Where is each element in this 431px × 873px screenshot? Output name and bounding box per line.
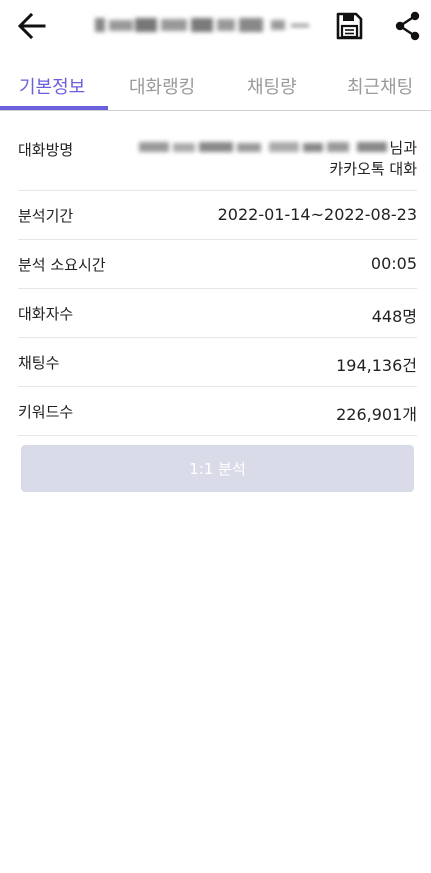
room-name-row: 대화방명 님과 카카오톡 대화 — [18, 123, 417, 191]
top-app-bar — [0, 0, 431, 52]
keywords-label: 키워드수 — [18, 403, 74, 421]
arrow-left-icon[interactable] — [16, 10, 48, 42]
save-icon[interactable] — [334, 11, 364, 41]
participants-row: 대화자수 448명 — [18, 289, 417, 338]
period-label: 분석기간 — [18, 207, 74, 225]
room-name-suffix: 님과 — [389, 138, 417, 157]
tab-recent-chats[interactable]: 최근채팅 — [347, 73, 413, 99]
chat-room-title-redacted — [95, 18, 309, 32]
room-name-label: 대화방명 — [18, 141, 74, 159]
keywords-row: 키워드수 226,901개 — [18, 387, 417, 436]
basic-info-list: 대화방명 님과 카카오톡 대화 분석기간 2022-01-14~2022-08-… — [18, 123, 417, 436]
participants-label: 대화자수 — [18, 305, 74, 323]
period-value: 2022-01-14~2022-08-23 — [217, 205, 417, 224]
tab-basic-info[interactable]: 기본정보 — [19, 73, 85, 99]
tab-chat-ranking[interactable]: 대화랭킹 — [129, 73, 195, 99]
room-name-redacted — [139, 142, 388, 152]
tab-bar: 기본정보 대화랭킹 채팅량 최근채팅 — [0, 62, 431, 111]
duration-value: 00:05 — [370, 254, 417, 273]
chats-label: 채팅수 — [18, 354, 60, 372]
duration-label: 분석 소요시간 — [18, 256, 106, 274]
period-row: 분석기간 2022-01-14~2022-08-23 — [18, 191, 417, 240]
share-icon[interactable] — [393, 10, 423, 42]
chats-row: 채팅수 194,136건 — [18, 338, 417, 387]
keywords-value: 226,901개 — [336, 405, 417, 424]
active-tab-indicator — [0, 106, 108, 110]
room-name-line2: 카카오톡 대화 — [329, 160, 417, 178]
room-name-value: 님과 — [139, 137, 417, 157]
chats-value: 194,136건 — [336, 356, 417, 375]
one-to-one-analysis-button[interactable]: 1:1 분석 — [21, 445, 414, 492]
tab-chat-volume[interactable]: 채팅량 — [247, 73, 297, 99]
duration-row: 분석 소요시간 00:05 — [18, 240, 417, 289]
participants-value: 448명 — [371, 307, 417, 326]
